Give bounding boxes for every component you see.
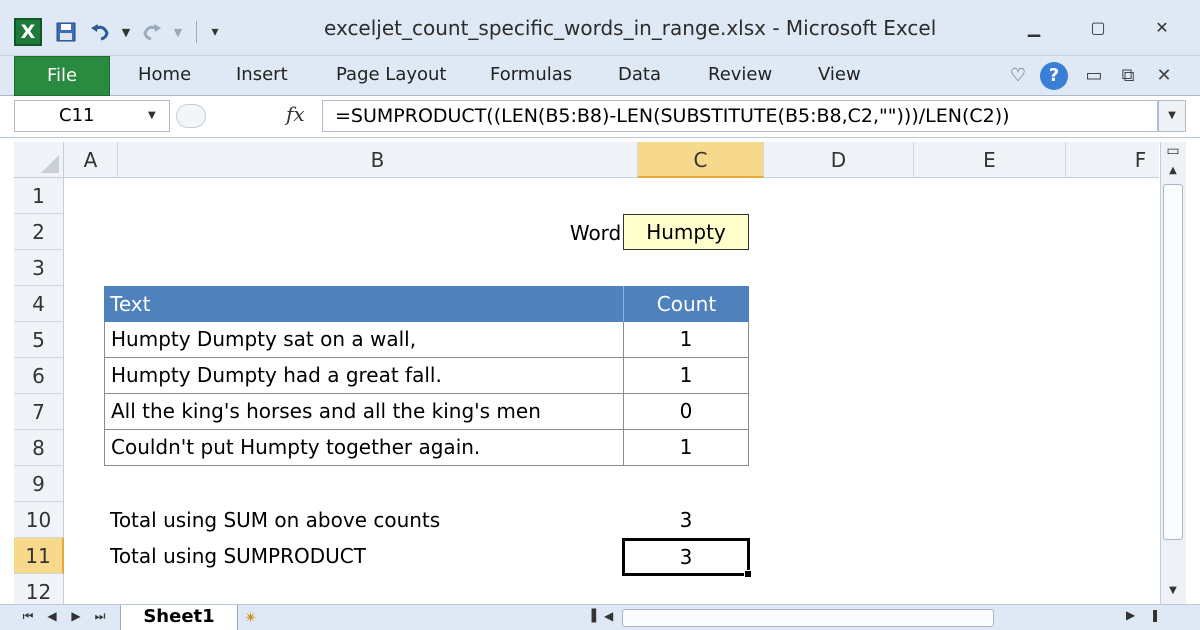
table-row-count[interactable]: 1 bbox=[623, 430, 749, 466]
select-all-icon bbox=[41, 155, 59, 173]
sheet-tab-sheet1[interactable]: Sheet1 bbox=[120, 605, 238, 630]
select-all-corner[interactable] bbox=[14, 142, 64, 178]
tab-view[interactable]: View bbox=[818, 64, 861, 85]
save-icon[interactable] bbox=[52, 18, 80, 46]
redo-dropdown-icon[interactable]: ▼ bbox=[172, 26, 184, 39]
ribbon-tab-bar: File Home Insert Page Layout Formulas Da… bbox=[0, 56, 1200, 96]
horizontal-scroll-thumb[interactable] bbox=[622, 609, 994, 627]
next-sheet-icon[interactable]: ▶ bbox=[68, 609, 84, 623]
row-header-6[interactable]: 6 bbox=[14, 358, 64, 394]
redo-icon[interactable] bbox=[138, 18, 166, 46]
insert-sheet-icon[interactable]: ✴ bbox=[244, 608, 257, 627]
sheet-tab-bar: ⏮ ◀ ▶ ⏭ Sheet1 ✴ ❚ ◀ ▶ ❚ bbox=[0, 604, 1200, 630]
table-header-count[interactable]: Count bbox=[623, 286, 749, 322]
expand-formula-bar-icon[interactable]: ▼ bbox=[1158, 100, 1186, 132]
vertical-scroll-thumb[interactable] bbox=[1163, 184, 1183, 540]
column-header-d[interactable]: D bbox=[764, 142, 914, 178]
tab-page-layout[interactable]: Page Layout bbox=[336, 64, 447, 85]
word-input-cell[interactable]: Humpty bbox=[623, 214, 749, 250]
column-header-f[interactable]: F bbox=[1066, 142, 1159, 178]
minimize-ribbon-icon[interactable]: ♡ bbox=[1004, 62, 1032, 90]
tab-file[interactable]: File bbox=[14, 56, 110, 96]
tab-home[interactable]: Home bbox=[138, 64, 191, 85]
row-header-11[interactable]: 11 bbox=[14, 538, 64, 574]
qat-divider bbox=[196, 21, 197, 43]
customize-qat-icon[interactable]: ▾ bbox=[209, 24, 221, 40]
table-row-text[interactable]: All the king's horses and all the king's… bbox=[104, 394, 624, 430]
tab-insert[interactable]: Insert bbox=[236, 64, 288, 85]
row-header-2[interactable]: 2 bbox=[14, 214, 64, 250]
scroll-left-icon[interactable]: ◀ bbox=[604, 609, 613, 623]
help-icon[interactable]: ? bbox=[1040, 62, 1068, 90]
split-right-icon[interactable]: ❚ bbox=[1150, 608, 1160, 622]
total-sumproduct-label[interactable]: Total using SUMPRODUCT bbox=[104, 538, 624, 574]
column-header-c[interactable]: C bbox=[638, 142, 764, 178]
workbook-restore-icon[interactable]: ⧉ bbox=[1114, 62, 1142, 90]
total-sum-value[interactable]: 3 bbox=[623, 502, 749, 538]
total-sum-label[interactable]: Total using SUM on above counts bbox=[104, 502, 624, 538]
excel-app-icon[interactable]: X bbox=[14, 18, 42, 46]
split-box-icon[interactable]: ▭ bbox=[1163, 142, 1183, 160]
title-bar: X ▼ ▼ ▾ exceljet_count_specific_words_in… bbox=[0, 0, 1200, 56]
fill-handle[interactable] bbox=[744, 570, 752, 578]
restore-button[interactable]: ▢ bbox=[1080, 14, 1116, 42]
insert-function-icon[interactable]: fx bbox=[286, 102, 305, 126]
table-row-count[interactable]: 1 bbox=[623, 358, 749, 394]
scroll-up-icon[interactable]: ▲ bbox=[1163, 162, 1183, 180]
first-sheet-icon[interactable]: ⏮ bbox=[20, 609, 36, 624]
table-header-text[interactable]: Text bbox=[104, 286, 624, 322]
name-box[interactable]: C11 bbox=[14, 100, 170, 132]
window-title: exceljet_count_specific_words_in_range.x… bbox=[324, 16, 937, 40]
quick-access-toolbar: ▼ ▼ ▾ bbox=[52, 18, 221, 46]
scroll-right-icon[interactable]: ▶ bbox=[1126, 608, 1135, 622]
table-row-text[interactable]: Humpty Dumpty sat on a wall, bbox=[104, 322, 624, 358]
tab-review[interactable]: Review bbox=[708, 64, 772, 85]
column-header-e[interactable]: E bbox=[914, 142, 1066, 178]
row-header-1[interactable]: 1 bbox=[14, 178, 64, 214]
prev-sheet-icon[interactable]: ◀ bbox=[44, 609, 60, 623]
workbook-minimize-icon[interactable]: ▭ bbox=[1080, 62, 1108, 90]
close-button[interactable]: ✕ bbox=[1144, 14, 1180, 42]
row-header-12[interactable]: 12 bbox=[14, 574, 64, 604]
worksheet-grid[interactable]: A B C D E F 1 2 3 4 5 6 7 8 9 10 11 12 W… bbox=[14, 142, 1159, 604]
scroll-down-icon[interactable]: ▼ bbox=[1163, 582, 1183, 600]
undo-icon[interactable] bbox=[86, 18, 114, 46]
table-row-count[interactable]: 0 bbox=[623, 394, 749, 430]
row-header-9[interactable]: 9 bbox=[14, 466, 64, 502]
tab-split-icon[interactable]: ❚ bbox=[588, 607, 600, 623]
formula-bar: C11 ▼ fx =SUMPRODUCT((LEN(B5:B8)-LEN(SUB… bbox=[0, 96, 1200, 138]
row-header-4[interactable]: 4 bbox=[14, 286, 64, 322]
tab-data[interactable]: Data bbox=[618, 64, 661, 85]
table-row-text[interactable]: Couldn't put Humpty together again. bbox=[104, 430, 624, 466]
undo-dropdown-icon[interactable]: ▼ bbox=[120, 26, 132, 39]
table-row-text[interactable]: Humpty Dumpty had a great fall. bbox=[104, 358, 624, 394]
formula-input[interactable]: =SUMPRODUCT((LEN(B5:B8)-LEN(SUBSTITUTE(B… bbox=[322, 100, 1158, 132]
minimize-button[interactable]: ▁ bbox=[1016, 14, 1052, 42]
row-header-10[interactable]: 10 bbox=[14, 502, 64, 538]
row-header-3[interactable]: 3 bbox=[14, 250, 64, 286]
tab-formulas[interactable]: Formulas bbox=[490, 64, 572, 85]
row-header-8[interactable]: 8 bbox=[14, 430, 64, 466]
column-header-a[interactable]: A bbox=[64, 142, 118, 178]
last-sheet-icon[interactable]: ⏭ bbox=[92, 609, 108, 624]
formula-bar-splitter[interactable] bbox=[176, 104, 206, 128]
name-box-dropdown-icon[interactable]: ▼ bbox=[148, 110, 156, 121]
word-label: Word: bbox=[569, 221, 628, 245]
workbook-close-icon[interactable]: ✕ bbox=[1150, 62, 1178, 90]
active-cell-c11[interactable]: 3 bbox=[622, 538, 750, 576]
row-header-5[interactable]: 5 bbox=[14, 322, 64, 358]
vertical-scrollbar[interactable]: ▭ ▲ ▼ bbox=[1160, 142, 1186, 604]
row-header-7[interactable]: 7 bbox=[14, 394, 64, 430]
column-header-b[interactable]: B bbox=[118, 142, 638, 178]
table-row-count[interactable]: 1 bbox=[623, 322, 749, 358]
